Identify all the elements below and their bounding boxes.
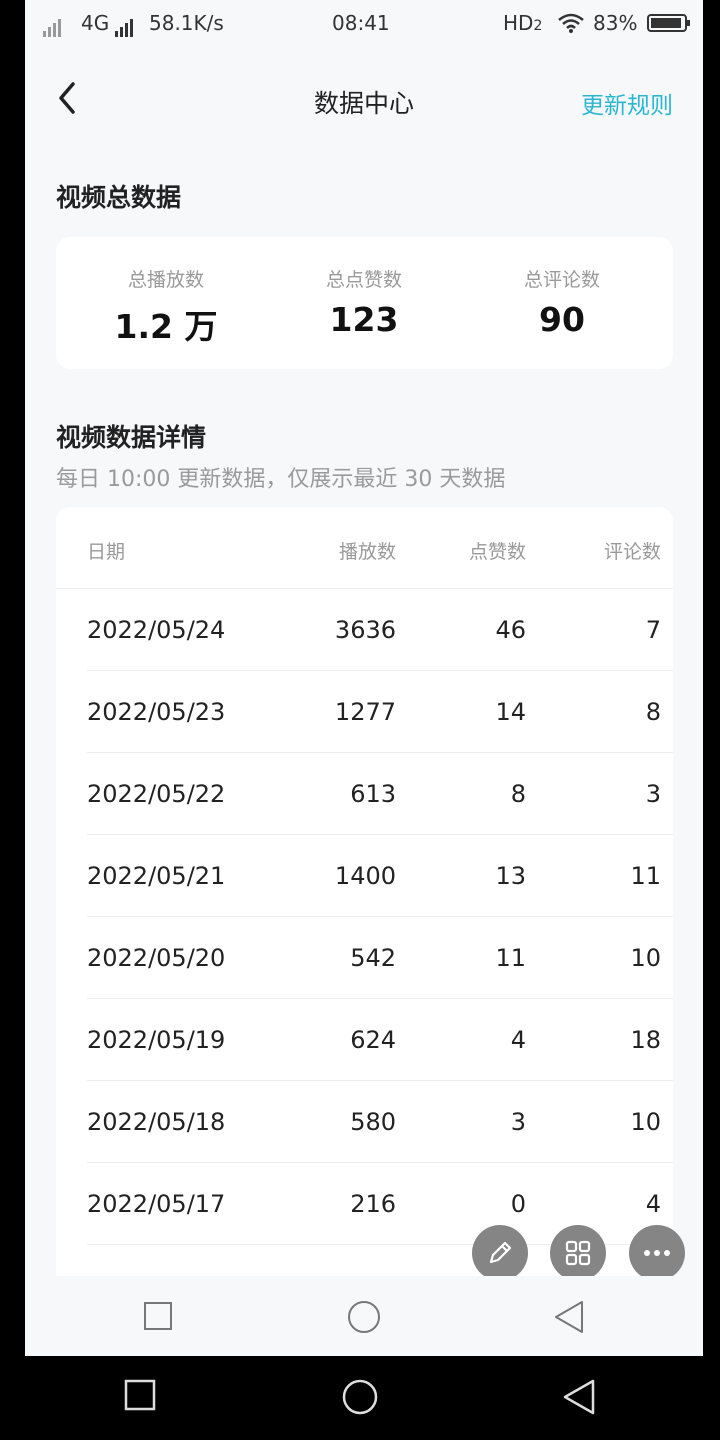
battery-icon (647, 14, 690, 32)
grid-fab[interactable] (550, 1225, 606, 1281)
table-row: 2022/05/22 613 8 3 (56, 753, 673, 835)
table-header: 日期 播放数 点赞数 评论数 (56, 507, 673, 589)
table-row: 2022/05/18 580 3 10 (56, 1081, 673, 1163)
network-type: 4G (81, 11, 110, 35)
column-header-plays: 播放数 (338, 541, 396, 563)
stat-value: 1.2 万 (114, 307, 218, 346)
table-row: 2022/05/23 1277 14 8 (56, 671, 673, 753)
cell-date: 2022/05/21 (87, 862, 226, 890)
table-row: 2022/05/19 624 4 18 (56, 999, 673, 1081)
stat-label: 总播放数 (127, 269, 204, 291)
stat-total-likes: 总点赞数 123 (264, 265, 464, 339)
cell-plays: 542 (350, 944, 396, 972)
stat-total-comments: 总评论数 90 (462, 265, 662, 339)
system-nav-bar (0, 1356, 720, 1440)
more-icon (644, 1250, 670, 1256)
cell-comments: 3 (645, 780, 661, 808)
cell-plays: 580 (350, 1108, 396, 1136)
table-row: 2022/05/24 3636 46 7 (56, 589, 673, 671)
triangle-back-icon[interactable] (562, 1378, 596, 1416)
cell-likes: 13 (495, 862, 526, 890)
grid-icon (565, 1240, 591, 1266)
detail-title: 视频数据详情 (56, 423, 207, 452)
square-icon[interactable] (124, 1378, 156, 1412)
summary-card: 总播放数 1.2 万 总点赞数 123 总评论数 90 (56, 237, 673, 369)
stat-total-plays: 总播放数 1.2 万 (66, 265, 266, 348)
square-icon[interactable] (143, 1300, 173, 1332)
stat-label: 总点赞数 (325, 269, 402, 291)
cell-likes: 46 (495, 616, 526, 644)
battery-percent: 83% (593, 11, 638, 35)
cell-comments: 8 (645, 698, 661, 726)
inner-nav-bar (25, 1276, 703, 1356)
column-header-likes: 点赞数 (468, 541, 526, 563)
cell-date: 2022/05/18 (87, 1108, 226, 1136)
cell-comments: 7 (645, 616, 661, 644)
cell-plays: 3636 (334, 616, 396, 644)
cell-comments: 10 (630, 1108, 661, 1136)
more-fab[interactable] (629, 1225, 685, 1281)
cell-likes: 3 (510, 1108, 526, 1136)
stat-label: 总评论数 (523, 269, 600, 291)
table-row: 2022/05/20 542 11 10 (56, 917, 673, 999)
column-header-date: 日期 (87, 541, 126, 563)
column-header-comments: 评论数 (603, 541, 661, 563)
cell-plays: 216 (350, 1190, 396, 1218)
nav-bar: 数据中心 更新规则 (25, 60, 703, 140)
cell-plays: 624 (350, 1026, 396, 1054)
cell-likes: 14 (495, 698, 526, 726)
update-rules-link[interactable]: 更新规则 (581, 86, 673, 120)
detail-table: 日期 播放数 点赞数 评论数 2022/05/24 3636 46 7 2022… (56, 507, 673, 1287)
signal-sim2-icon (115, 11, 135, 37)
cell-date: 2022/05/17 (87, 1190, 226, 1218)
wifi-icon (558, 13, 584, 33)
cell-comments: 4 (645, 1190, 661, 1218)
stat-value: 90 (539, 300, 585, 339)
cell-date: 2022/05/24 (87, 616, 226, 644)
status-bar: 4G 58.1K/s 08:41 HD2 83% (25, 0, 703, 46)
detail-subtitle: 每日 10:00 更新数据，仅展示最近 30 天数据 (56, 467, 506, 492)
table-row: 2022/05/21 1400 13 11 (56, 835, 673, 917)
summary-title: 视频总数据 (56, 183, 182, 212)
circle-icon[interactable] (341, 1378, 379, 1416)
signal-sim1-icon (43, 11, 63, 37)
cell-plays: 1277 (334, 698, 396, 726)
cell-likes: 11 (495, 944, 526, 972)
cell-date: 2022/05/19 (87, 1026, 226, 1054)
network-speed: 58.1K/s (149, 11, 224, 35)
cell-likes: 8 (510, 780, 526, 808)
hd-indicator: HD2 (503, 11, 543, 35)
app-screen: 4G 58.1K/s 08:41 HD2 83% 数据中心 更新规则 视频总数据 (25, 0, 703, 1356)
cell-likes: 0 (510, 1190, 526, 1218)
cell-date: 2022/05/20 (87, 944, 226, 972)
cell-likes: 4 (510, 1026, 526, 1054)
cell-date: 2022/05/22 (87, 780, 226, 808)
cell-plays: 1400 (334, 862, 396, 890)
cell-date: 2022/05/23 (87, 698, 226, 726)
pencil-icon (489, 1241, 512, 1264)
cell-comments: 11 (630, 862, 661, 890)
edit-fab[interactable] (472, 1225, 528, 1281)
circle-icon[interactable] (347, 1300, 381, 1334)
cell-comments: 10 (630, 944, 661, 972)
cell-plays: 613 (350, 780, 396, 808)
clock: 08:41 (332, 11, 390, 35)
triangle-back-icon[interactable] (553, 1300, 585, 1334)
cell-comments: 18 (630, 1026, 661, 1054)
stat-value: 123 (329, 300, 399, 339)
